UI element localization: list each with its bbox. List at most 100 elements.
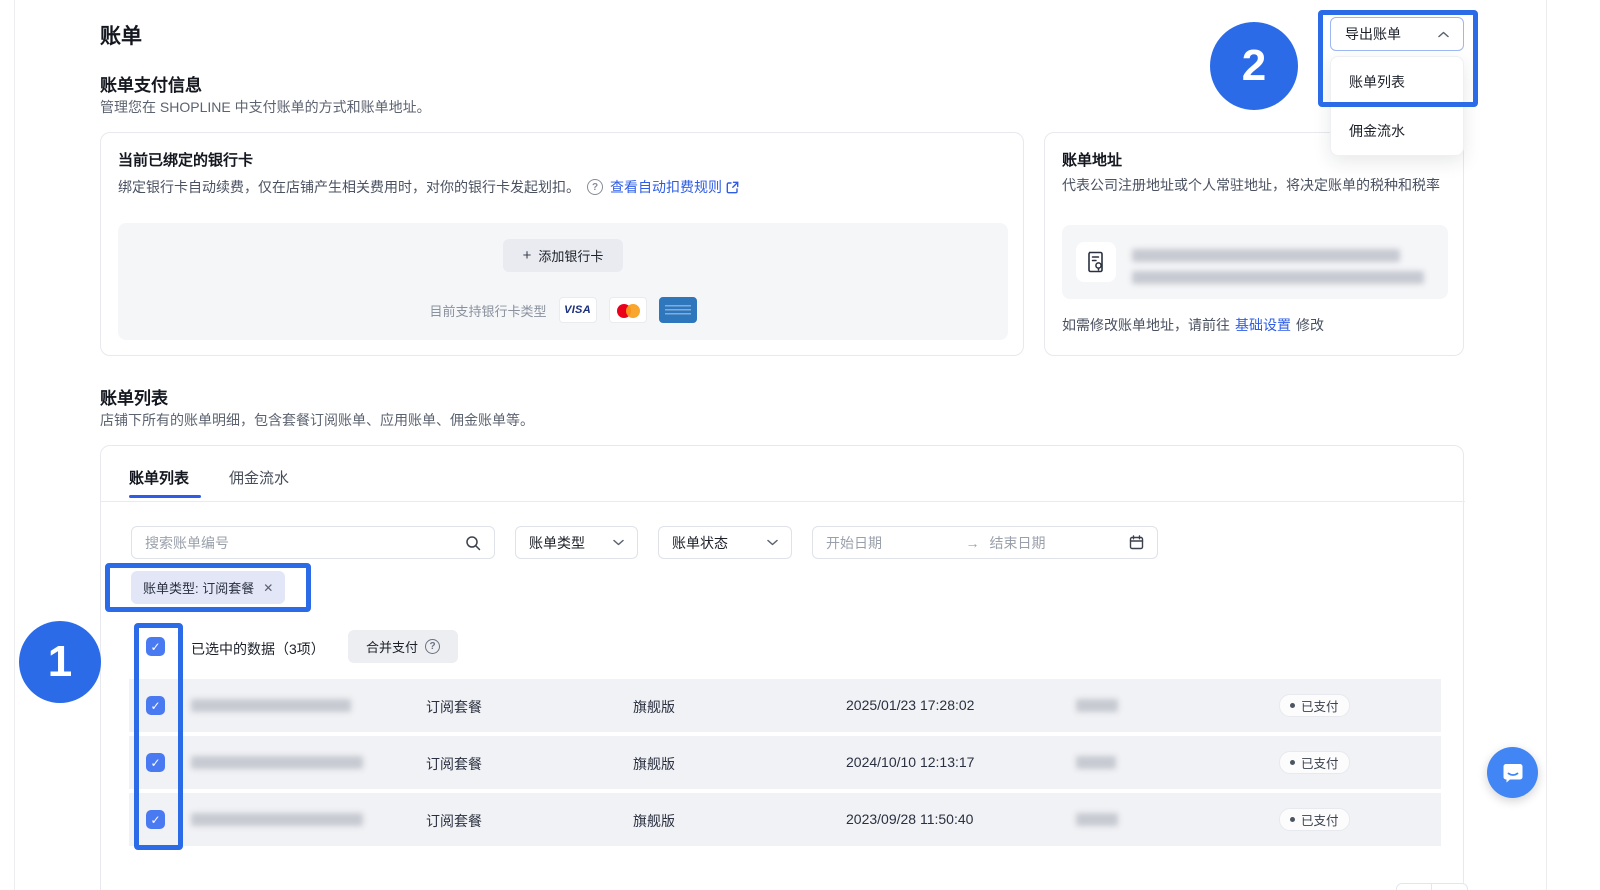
table-row[interactable]: ✓ 订阅套餐 旗舰版 2025/01/23 17:28:02 已支付 (129, 679, 1441, 732)
status-label: 已支付 (1301, 810, 1339, 829)
visa-card-icon: VISA (559, 297, 597, 323)
billing-address-panel: 账单地址 代表公司注册地址或个人常驻地址，将决定账单的税种和税率 如需修改账单地… (1044, 132, 1464, 356)
external-link-icon (726, 181, 739, 194)
merge-pay-button-label: 合并支付 (366, 637, 418, 656)
help-icon: ? (425, 639, 440, 654)
billing-address-footer: 如需修改账单地址，请前往 基础设置 修改 (1062, 315, 1324, 335)
annotation-step-1-box (134, 623, 183, 850)
plan-cell: 旗舰版 (633, 697, 675, 717)
bill-type-cell: 订阅套餐 (426, 811, 482, 831)
plus-icon: + (523, 247, 532, 264)
billing-address-description: 代表公司注册地址或个人常驻地址，将决定账单的税种和税率 (1062, 175, 1452, 195)
bill-type-select[interactable]: 账单类型 (515, 526, 638, 559)
amount-redacted (1076, 813, 1118, 826)
status-dot-icon (1290, 760, 1295, 765)
search-input[interactable]: 搜索账单编号 (131, 526, 495, 559)
selected-count-label: 已选中的数据（3项） (191, 639, 325, 659)
payment-section-title: 账单支付信息 (100, 71, 202, 96)
annotation-step-2-number: 2 (1242, 41, 1266, 91)
address-document-icon (1076, 242, 1116, 282)
address-line-1-redacted (1132, 249, 1400, 262)
status-badge: 已支付 (1279, 808, 1350, 831)
chat-bubble-icon (1501, 761, 1525, 785)
bill-id-redacted (191, 756, 363, 769)
chevron-down-icon (613, 539, 624, 546)
address-line-2-redacted (1132, 271, 1424, 284)
table-row[interactable]: ✓ 订阅套餐 旗舰版 2023/09/28 11:50:40 已支付 (129, 793, 1441, 846)
pagination-next-button[interactable] (1432, 883, 1468, 890)
help-icon[interactable]: ? (587, 179, 603, 195)
bill-status-select-label: 账单状态 (672, 533, 728, 553)
auto-charge-rules-link-label: 查看自动扣费规则 (610, 177, 722, 197)
amex-card-icon (659, 297, 697, 323)
bill-type-select-label: 账单类型 (529, 533, 585, 553)
basic-settings-link[interactable]: 基础设置 (1235, 315, 1291, 335)
date-cell: 2025/01/23 17:28:02 (846, 697, 974, 713)
status-dot-icon (1290, 817, 1295, 822)
bill-id-redacted (191, 813, 363, 826)
date-range-picker[interactable]: 开始日期 → 结束日期 (812, 526, 1158, 559)
status-label: 已支付 (1301, 753, 1339, 772)
annotation-step-1-number: 1 (48, 637, 72, 687)
billing-address-title: 账单地址 (1062, 149, 1122, 170)
status-label: 已支付 (1301, 696, 1339, 715)
tab-commission-flow-label: 佣金流水 (229, 470, 289, 487)
mastercard-card-icon (609, 297, 647, 323)
billing-list-description: 店铺下所有的账单明细，包含套餐订阅账单、应用账单、佣金账单等。 (100, 410, 534, 430)
bank-card-description-row: 绑定银行卡自动续费，仅在店铺产生相关费用时，对你的银行卡发起划扣。 ? 查看自动… (118, 177, 739, 197)
billing-page: 账单 导出账单 账单列表 佣金流水 2 账单支付信息 管理您在 SHOPLINE… (0, 0, 1600, 890)
table-row[interactable]: ✓ 订阅套餐 旗舰版 2024/10/10 12:13:17 已支付 (129, 736, 1441, 789)
page-left-edge (14, 0, 15, 890)
bill-type-cell: 订阅套餐 (426, 754, 482, 774)
page-title: 账单 (100, 20, 142, 50)
amount-redacted (1076, 756, 1116, 769)
chat-support-button[interactable] (1487, 747, 1538, 798)
merge-pay-button[interactable]: 合并支付 ? (348, 630, 458, 663)
status-dot-icon (1290, 703, 1295, 708)
bank-card-panel: 当前已绑定的银行卡 绑定银行卡自动续费，仅在店铺产生相关费用时，对你的银行卡发起… (100, 132, 1024, 356)
page-right-edge (1546, 0, 1547, 890)
calendar-icon (1129, 535, 1144, 550)
start-date-field[interactable]: 开始日期 (826, 533, 956, 553)
auto-charge-rules-link[interactable]: 查看自动扣费规则 (610, 177, 739, 197)
annotation-chip-box (105, 563, 311, 612)
billing-address-box (1062, 225, 1448, 299)
tab-active-underline (129, 495, 201, 498)
status-badge: 已支付 (1279, 751, 1350, 774)
plan-cell: 旗舰版 (633, 811, 675, 831)
annotation-step-1-badge: 1 (19, 621, 101, 703)
bank-card-description: 绑定银行卡自动续费，仅在店铺产生相关费用时，对你的银行卡发起划扣。 (118, 177, 580, 197)
billing-list-title: 账单列表 (100, 384, 168, 409)
export-menu-item-label: 佣金流水 (1349, 121, 1405, 141)
bank-card-title: 当前已绑定的银行卡 (118, 149, 253, 170)
tabs-divider (101, 501, 1465, 502)
supported-card-types-row: 目前支持银行卡类型 VISA (118, 297, 1008, 323)
date-cell: 2023/09/28 11:50:40 (846, 811, 973, 827)
payment-section-description: 管理您在 SHOPLINE 中支付账单的方式和账单地址。 (100, 97, 431, 117)
tab-commission-flow[interactable]: 佣金流水 (229, 467, 289, 488)
pagination (1396, 883, 1468, 890)
tab-bill-list[interactable]: 账单列表 (129, 467, 189, 488)
arrow-right-icon: → (966, 535, 980, 551)
end-date-field[interactable]: 结束日期 (990, 533, 1120, 553)
footer-text: 修改 (1296, 315, 1324, 335)
bill-id-redacted (191, 699, 351, 712)
add-bank-card-button[interactable]: + 添加银行卡 (503, 239, 623, 272)
amount-redacted (1076, 699, 1118, 712)
bill-status-select[interactable]: 账单状态 (658, 526, 792, 559)
bill-type-cell: 订阅套餐 (426, 697, 482, 717)
search-icon (465, 535, 481, 551)
status-badge: 已支付 (1279, 694, 1350, 717)
billing-list-card: 账单列表 佣金流水 搜索账单编号 账单类型 账单状态 开始日期 (100, 445, 1464, 890)
tab-bill-list-label: 账单列表 (129, 470, 189, 487)
annotation-step-2-box (1318, 10, 1478, 107)
supported-card-types-label: 目前支持银行卡类型 (429, 301, 546, 320)
search-placeholder: 搜索账单编号 (145, 533, 229, 553)
annotation-step-2-badge: 2 (1210, 22, 1298, 110)
footer-text: 如需修改账单地址，请前往 (1062, 315, 1230, 335)
pagination-prev-button[interactable] (1396, 883, 1432, 890)
bank-card-empty-area: + 添加银行卡 目前支持银行卡类型 VISA (118, 223, 1008, 340)
plan-cell: 旗舰版 (633, 754, 675, 774)
date-cell: 2024/10/10 12:13:17 (846, 754, 974, 770)
export-menu-item-commission-flow[interactable]: 佣金流水 (1331, 106, 1463, 155)
